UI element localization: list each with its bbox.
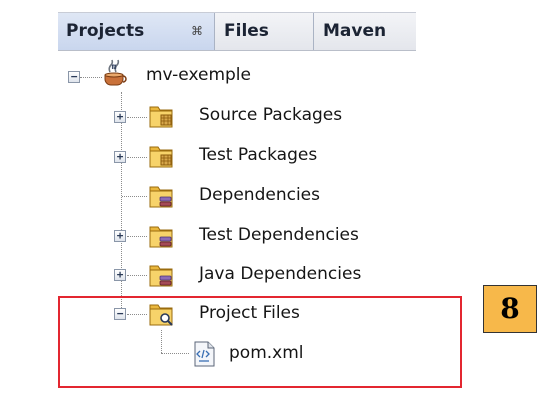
test-packages-folder-icon [149, 146, 173, 168]
tree-connector [127, 236, 147, 237]
java-dependencies-folder-icon [149, 265, 173, 287]
expand-toggle-icon[interactable]: + [114, 269, 126, 281]
source-packages-folder-icon [149, 106, 173, 128]
svg-text:m: m [112, 62, 117, 71]
tree-connector [122, 196, 147, 197]
dependencies-folder-icon [149, 186, 173, 208]
expand-toggle-icon[interactable]: + [114, 151, 126, 163]
tree-connector [127, 157, 147, 158]
expand-toggle-icon[interactable]: + [114, 111, 126, 123]
tree-node-dependencies[interactable]: Dependencies [199, 185, 320, 205]
tree-connector [80, 77, 102, 78]
expand-toggle-icon[interactable]: + [114, 230, 126, 242]
tree-node-mv-exemple[interactable]: mv-exemple [146, 65, 251, 85]
highlight-box [58, 296, 462, 388]
tree-node-test-dependencies[interactable]: Test Dependencies [199, 225, 359, 245]
step-number-badge: 8 [483, 285, 537, 333]
collapse-toggle-icon[interactable]: − [68, 71, 80, 83]
tree-node-test-packages[interactable]: Test Packages [199, 145, 317, 165]
maven-project-icon: m [104, 59, 127, 86]
tree-node-java-dependencies[interactable]: Java Dependencies [199, 264, 361, 284]
test-dependencies-folder-icon [149, 226, 173, 248]
tree-connector [127, 275, 147, 276]
tree-node-source-packages[interactable]: Source Packages [199, 105, 342, 125]
tree-connector [127, 117, 147, 118]
